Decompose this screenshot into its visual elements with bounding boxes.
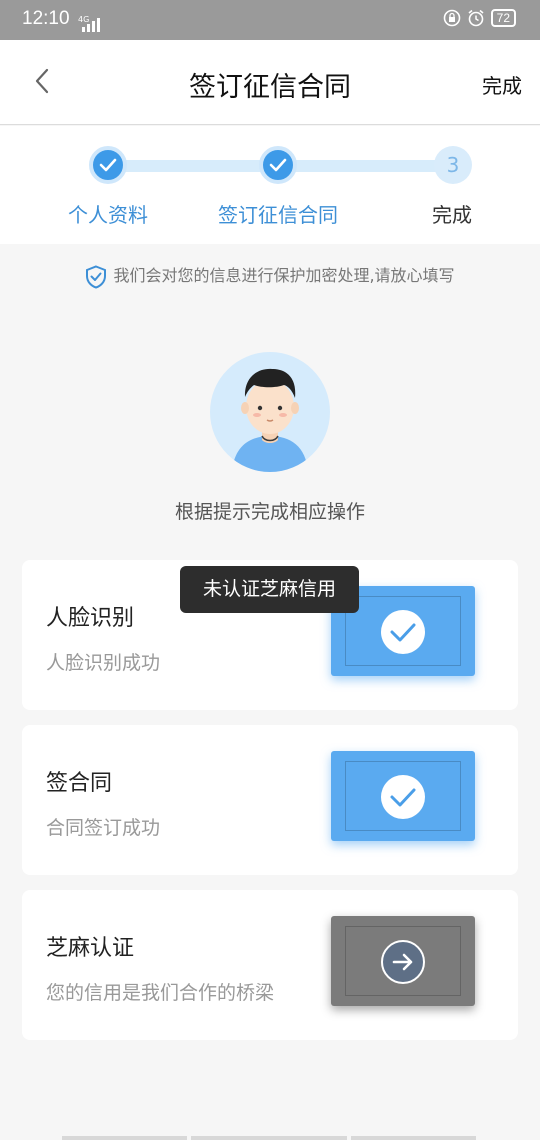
card-subtitle: 合同签订成功 [46,817,161,839]
status-time: 12:10 [22,8,70,29]
nav-bar: 签订征信合同 完成 [0,40,540,125]
home-indicator [351,1136,476,1140]
avatar [210,352,330,472]
check-icon [381,610,425,654]
card-title: 签合同 [46,771,113,796]
step-1-check-icon [89,146,127,184]
home-indicator [191,1136,347,1140]
sign-contract-card[interactable]: 签合同 合同签订成功 [22,725,518,875]
step-3-number: 3 [434,146,472,184]
alarm-icon [468,9,484,27]
status-bar: 12:10 4G 72 [0,0,540,40]
page-title: 签订征信合同 [189,72,351,103]
security-notice: 我们会对您的信息进行保护加密处理,请放心填写 [0,262,540,289]
shield-check-icon [86,264,107,289]
sign-contract-button[interactable] [331,751,475,841]
step-2-label: 签订征信合同 [218,203,338,227]
card-subtitle: 您的信用是我们合作的桥梁 [46,982,275,1004]
card-title: 人脸识别 [46,606,135,631]
lock-rotation-icon [443,9,460,27]
step-indicator: 3 个人资料 签订征信合同 完成 [0,126,540,244]
signal-icon [82,18,100,32]
done-button[interactable]: 完成 [482,70,522,99]
arrow-right-icon [381,940,425,984]
battery-indicator: 72 [490,9,516,27]
toast-message: 未认证芝麻信用 [180,566,359,613]
step-3-label: 完成 [432,203,472,227]
sesame-credit-card[interactable]: 芝麻认证 您的信用是我们合作的桥梁 [22,890,518,1040]
security-notice-text: 我们会对您的信息进行保护加密处理,请放心填写 [113,266,455,285]
step-2-check-icon [259,146,297,184]
user-avatar-icon [232,368,308,472]
sesame-credit-button[interactable] [331,916,475,1006]
check-icon [381,775,425,819]
card-title: 芝麻认证 [46,936,135,961]
home-indicator [62,1136,187,1140]
card-subtitle: 人脸识别成功 [46,652,161,674]
instruction-hint: 根据提示完成相应操作 [174,501,365,523]
step-1-label: 个人资料 [68,203,148,227]
